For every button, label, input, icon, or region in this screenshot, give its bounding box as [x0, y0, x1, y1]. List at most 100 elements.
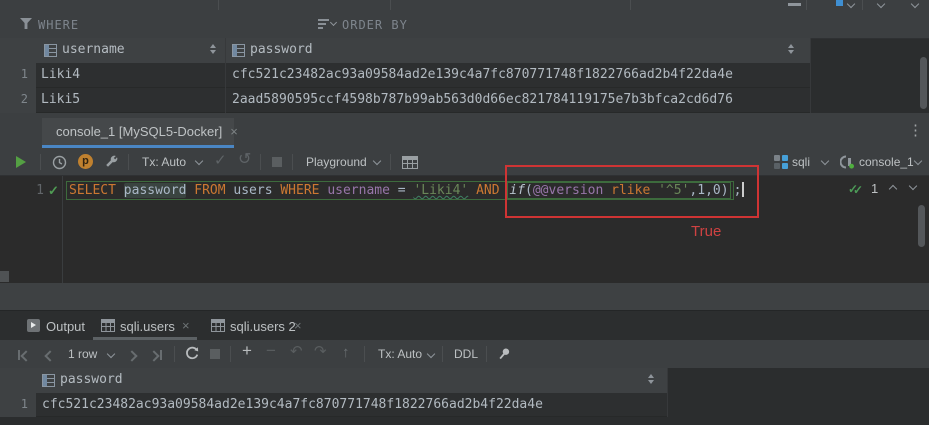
cell-username[interactable]: Liki5: [36, 88, 226, 113]
sql-token: FROM: [194, 183, 225, 198]
grid-right-edge: [667, 368, 668, 417]
table-icon: [211, 319, 225, 332]
grid-right-edge: [810, 38, 811, 113]
undo-icon[interactable]: ↶: [290, 344, 303, 360]
line-number: 1: [26, 183, 44, 198]
divider: [390, 0, 391, 10]
row-number[interactable]: 2: [0, 88, 36, 113]
gutter-divider: [62, 176, 63, 283]
divider: [806, 0, 807, 10]
close-icon[interactable]: ×: [182, 318, 190, 333]
more-vertical-icon[interactable]: ⋮: [908, 121, 923, 139]
sql-token: users: [233, 183, 272, 198]
column-icon: [42, 374, 55, 387]
chevron-down-icon: [877, 0, 885, 8]
statement-ok-icon: ✓: [48, 183, 59, 199]
where-filter-field[interactable]: WHERE: [38, 18, 79, 32]
last-page-icon[interactable]: [150, 349, 162, 363]
stop-icon[interactable]: [272, 157, 282, 167]
tab-title: console_1 [MySQL5-Docker]: [56, 124, 222, 139]
chevron-down-icon: [911, 0, 919, 8]
stop-icon[interactable]: [210, 349, 220, 359]
parameters-icon[interactable]: p: [78, 154, 93, 169]
next-page-icon[interactable]: [128, 349, 136, 363]
splitter[interactable]: [0, 283, 929, 310]
sql-token: 'Liki4': [413, 183, 468, 198]
column-header-password[interactable]: password: [36, 368, 667, 393]
row-number[interactable]: 1: [0, 393, 36, 417]
cell-password[interactable]: cfc521c23482ac93a09584ad2e139c4a7fc87077…: [36, 393, 667, 417]
tx-mode-dropdown[interactable]: Tx: Auto: [142, 155, 186, 169]
chevron-down-icon: [107, 350, 115, 358]
grid-scrollbar[interactable]: [920, 57, 927, 109]
column-header-password[interactable]: password: [226, 38, 810, 63]
column-header-username[interactable]: username: [36, 38, 226, 63]
cropped-icon: [788, 3, 801, 6]
output-layout-icon[interactable]: [402, 156, 418, 169]
playground-dropdown[interactable]: Playground: [306, 155, 367, 169]
filter-funnel-icon[interactable]: [20, 18, 32, 29]
sql-token: WHERE: [280, 183, 319, 198]
row-number[interactable]: 1: [0, 63, 36, 88]
inspection-count: 1: [871, 181, 878, 196]
column-icon: [232, 44, 245, 57]
next-problem-icon[interactable]: [909, 182, 917, 190]
submit-changes-icon[interactable]: ↑: [342, 345, 350, 361]
commit-icon[interactable]: ✓: [214, 153, 227, 169]
sort-both-icon: [648, 374, 654, 384]
row-count-dropdown[interactable]: 1 row: [68, 347, 97, 361]
run-icon[interactable]: [16, 156, 26, 168]
close-icon[interactable]: ×: [230, 124, 238, 139]
editor-scrollbar[interactable]: [918, 205, 925, 247]
close-icon[interactable]: ×: [294, 318, 302, 333]
sql-editor[interactable]: 1 ✓ SELECT password FROM users WHERE use…: [0, 176, 929, 283]
cropped-filter-icon: [836, 0, 843, 6]
pin-icon[interactable]: [496, 346, 512, 362]
cell-password[interactable]: cfc521c23482ac93a09584ad2e139c4a7fc87077…: [226, 63, 810, 88]
divider: [218, 0, 219, 10]
prev-problem-icon[interactable]: [889, 185, 897, 193]
inspections-ok-icon: ✓ ✓: [848, 182, 866, 196]
datagrip-window: WHERE ORDER BY username: [0, 0, 929, 425]
editor-tab-bar: console_1 [MySQL5-Docker] × ⋮: [0, 113, 929, 148]
chevron-down-icon: [195, 157, 203, 165]
first-page-icon[interactable]: [18, 349, 30, 363]
grid-corner-cell[interactable]: [0, 38, 36, 63]
result-grid: password 1 cfc521c23482ac93a09584ad2e139…: [0, 368, 929, 425]
add-row-icon[interactable]: +: [242, 343, 252, 359]
schema-icon: [774, 155, 788, 169]
cell-username[interactable]: Liki4: [36, 63, 226, 88]
prev-page-icon[interactable]: [46, 349, 54, 363]
divider: [630, 0, 631, 10]
chevron-down-icon: [821, 157, 829, 165]
rollback-icon[interactable]: ↺: [238, 152, 251, 168]
cell-password[interactable]: 2aad5890595ccf4598b787b99ab563d0d66ec821…: [226, 88, 810, 113]
output-terminal-icon: [27, 319, 40, 332]
sql-token: password: [124, 183, 187, 198]
column-icon: [44, 44, 57, 57]
sql-token: username: [327, 183, 390, 198]
schema-dropdown[interactable]: sqli: [792, 155, 810, 169]
settings-wrench-icon[interactable]: [104, 155, 119, 170]
scrollbar-corner: [0, 271, 9, 282]
order-by-filter-field[interactable]: ORDER BY: [342, 18, 408, 32]
refresh-icon[interactable]: [184, 346, 200, 362]
ddl-button[interactable]: DDL: [454, 347, 478, 361]
sort-both-icon: [788, 44, 794, 54]
session-dropdown[interactable]: console_1: [859, 155, 914, 169]
results-tab-bar: Output sqli.users × sqli.users 2: [0, 310, 929, 340]
result-toolbar: 1 row + − ↶ ↷ ↑ Tx: Auto DDL: [0, 340, 929, 368]
chevron-down-icon: [847, 0, 855, 8]
divider: [862, 0, 863, 10]
delete-row-icon[interactable]: −: [266, 343, 276, 359]
annotation-true-label: True: [691, 223, 721, 240]
console-toolbar: p Tx: Auto ✓ ↺ Playground sqli: [0, 148, 929, 176]
sort-both-icon: [210, 44, 216, 54]
tx-mode-dropdown[interactable]: Tx: Auto: [378, 347, 422, 361]
redo-icon[interactable]: ↷: [314, 344, 327, 360]
tab-console-1[interactable]: console_1 [MySQL5-Docker] ×: [42, 118, 234, 145]
chevron-down-icon: [427, 350, 435, 358]
history-clock-icon[interactable]: [52, 155, 67, 170]
grid-corner-cell[interactable]: [0, 368, 36, 393]
results-grid: username password 1 Liki4 cfc521c23482ac…: [0, 38, 929, 113]
